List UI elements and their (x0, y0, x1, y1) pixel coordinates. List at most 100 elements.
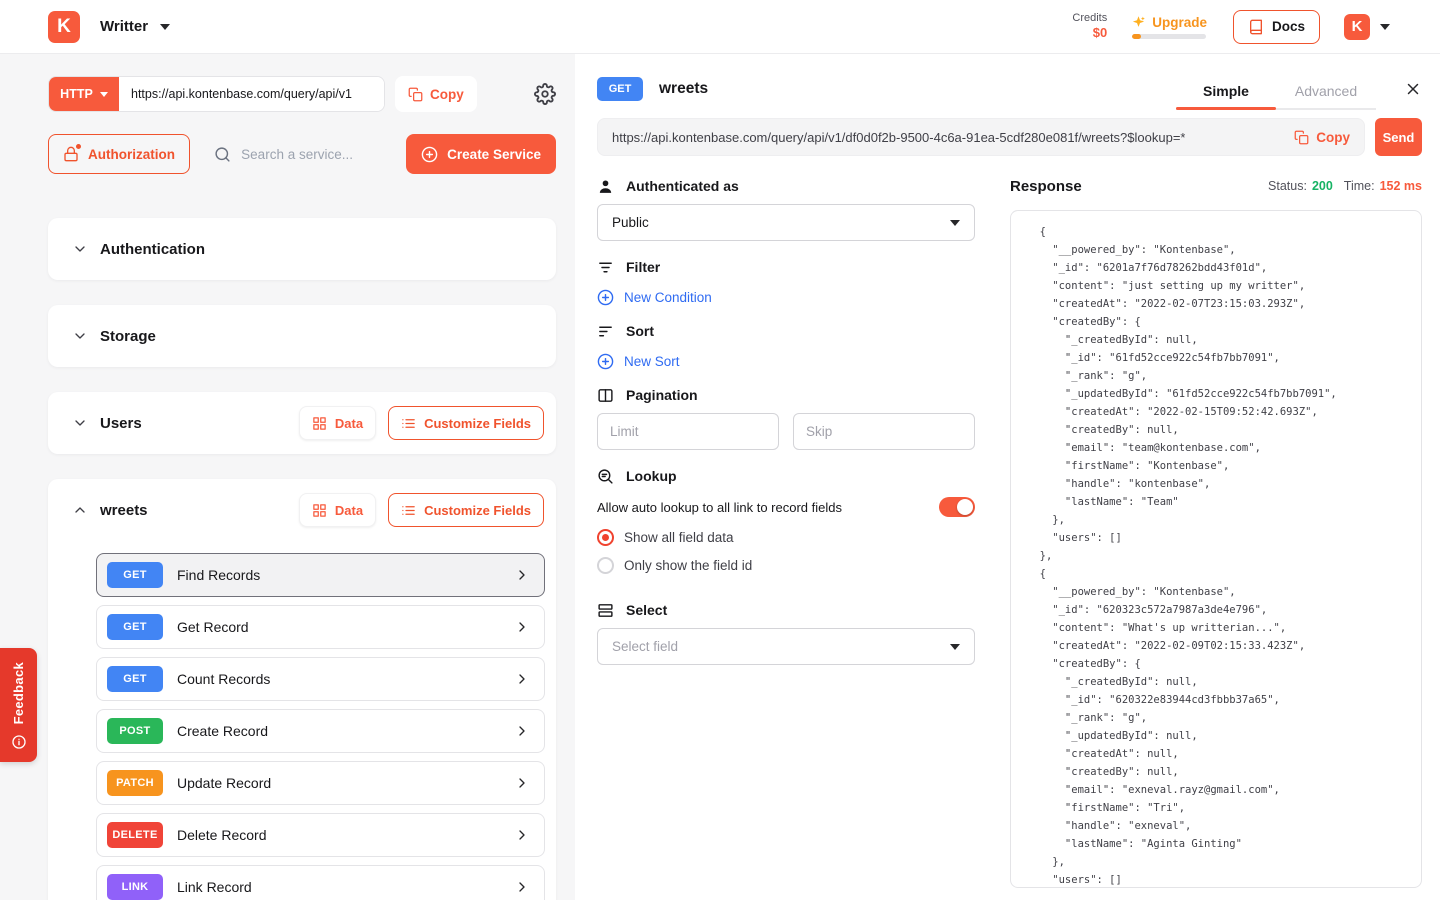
gear-icon[interactable] (534, 83, 556, 105)
grid-icon (313, 503, 326, 517)
request-url-text: https://api.kontenbase.com/query/api/v1/… (612, 129, 1186, 145)
feedback-label: Feedback (11, 662, 26, 725)
endpoint-label: Delete Record (177, 827, 267, 843)
mode-tabs: Simple Advanced (1176, 83, 1376, 110)
account-menu[interactable]: K (1344, 13, 1390, 40)
chevron-down-icon (950, 219, 960, 226)
section-header-wreets[interactable]: wreets Data Customize Fields (48, 479, 556, 541)
upgrade-button[interactable]: Upgrade (1131, 15, 1207, 39)
base-url-group: HTTP (48, 76, 385, 112)
auto-lookup-toggle[interactable] (939, 497, 975, 517)
filter-icon (599, 262, 612, 272)
section-title: Users (100, 414, 142, 432)
wreets-customize-fields-button[interactable]: Customize Fields (388, 493, 544, 527)
plus-circle-icon (421, 146, 438, 162)
book-icon (1249, 19, 1262, 34)
endpoint-label: Count Records (177, 671, 271, 687)
account-chevron-down-icon (1380, 23, 1390, 30)
section-authentication: Authentication (48, 218, 556, 280)
section-title: Authentication (100, 240, 205, 258)
response-status: Status: 200 Time: 152 ms (1268, 179, 1422, 193)
method-badge: POST (107, 718, 163, 744)
section-header-authentication[interactable]: Authentication (48, 218, 556, 280)
method-badge: GET (107, 614, 163, 640)
protocol-label: HTTP (60, 87, 93, 101)
feedback-tab[interactable]: Feedback (0, 648, 37, 763)
pagination-inputs (597, 413, 975, 450)
chevron-right-icon (519, 622, 525, 632)
endpoint-create-record[interactable]: POST Create Record (96, 709, 545, 753)
section-storage: Storage (48, 305, 556, 367)
select-field-dropdown[interactable]: Select field (597, 628, 975, 665)
endpoint-delete-record[interactable]: DELETE Delete Record (96, 813, 545, 857)
section-title: wreets (100, 501, 148, 519)
skip-input[interactable] (793, 413, 975, 450)
endpoint-get-record[interactable]: GET Get Record (96, 605, 545, 649)
status-value: 200 (1311, 179, 1333, 193)
wreets-data-button[interactable]: Data (298, 493, 377, 527)
section-header-users[interactable]: Users Data Customize Fields (48, 392, 556, 454)
radio-show-all-field-data[interactable]: Show all field data (597, 528, 975, 546)
docs-button[interactable]: Docs (1232, 9, 1320, 44)
select-icon (598, 603, 613, 617)
workspace-chevron-down-icon[interactable] (160, 23, 171, 30)
chevron-up-icon (75, 507, 85, 513)
section-users: Users Data Customize Fields (48, 392, 556, 454)
service-title: wreets (659, 80, 709, 97)
radio-only-field-id[interactable]: Only show the field id (597, 556, 975, 574)
grid-icon (313, 416, 326, 430)
copy-request-url-button[interactable]: Copy (1282, 130, 1350, 145)
new-condition-button[interactable]: New Condition (597, 287, 975, 307)
protocol-dropdown[interactable]: HTTP (49, 77, 119, 111)
limit-input[interactable] (597, 413, 779, 450)
new-sort-button[interactable]: New Sort (597, 351, 975, 371)
time-label: Time: (1343, 179, 1375, 193)
close-icon[interactable] (1404, 80, 1422, 98)
response-body[interactable]: { "__powered_by": "Kontenbase", "_id": "… (1010, 210, 1422, 888)
chevron-right-icon (519, 726, 525, 736)
plus-circle-icon (597, 353, 614, 369)
create-service-button[interactable]: Create Service (406, 134, 556, 174)
endpoint-label: Update Record (177, 775, 272, 791)
base-url-input[interactable] (119, 77, 384, 111)
method-badge: GET (107, 562, 163, 588)
auto-lookup-label: Allow auto lookup to all link to record … (597, 499, 842, 515)
users-data-button[interactable]: Data (298, 406, 377, 440)
radio-selected-icon (597, 528, 614, 546)
data-label: Data (334, 502, 364, 518)
data-label: Data (334, 415, 364, 431)
status-label: Status: (1268, 179, 1307, 193)
copy-base-url-button[interactable]: Copy (395, 76, 477, 112)
select-field-placeholder: Select field (612, 639, 679, 654)
topbar: K Writter Credits $0 Upgrade Docs K (0, 0, 1440, 54)
endpoint-label: Create Record (177, 723, 269, 739)
chevron-down-icon (75, 333, 85, 339)
authorization-button[interactable]: Authorization (48, 134, 190, 174)
method-badge: GET (597, 77, 643, 101)
method-badge: DELETE (107, 822, 163, 848)
request-options: Authenticated as Public Filter New Condi… (597, 176, 975, 900)
section-header-storage[interactable]: Storage (48, 305, 556, 367)
user-icon (599, 179, 612, 193)
method-badge: GET (107, 666, 163, 692)
chevron-right-icon (519, 570, 525, 580)
credits-value: $0 (1092, 25, 1108, 41)
response-title: Response (1010, 177, 1082, 195)
authenticated-as-label: Authenticated as (597, 176, 975, 196)
lock-badge-dot (75, 143, 82, 150)
authenticated-as-select[interactable]: Public (597, 204, 975, 241)
endpoint-update-record[interactable]: PATCH Update Record (96, 761, 545, 805)
response-section: Response Status: 200 Time: 152 ms { "__p… (1010, 176, 1422, 900)
endpoint-count-records[interactable]: GET Count Records (96, 657, 545, 701)
users-customize-fields-button[interactable]: Customize Fields (388, 406, 544, 440)
tab-advanced[interactable]: Advanced (1276, 83, 1376, 110)
search-input[interactable] (241, 146, 382, 162)
radio-unselected-icon (597, 556, 614, 574)
filter-label: Filter (597, 257, 975, 277)
copy-icon (1294, 130, 1309, 144)
tab-simple[interactable]: Simple (1176, 83, 1276, 110)
credits-block: Credits $0 (1072, 12, 1107, 42)
endpoint-link-record[interactable]: LINK Link Record (96, 865, 545, 900)
endpoint-find-records[interactable]: GET Find Records (96, 553, 545, 597)
send-button[interactable]: Send (1375, 118, 1422, 156)
